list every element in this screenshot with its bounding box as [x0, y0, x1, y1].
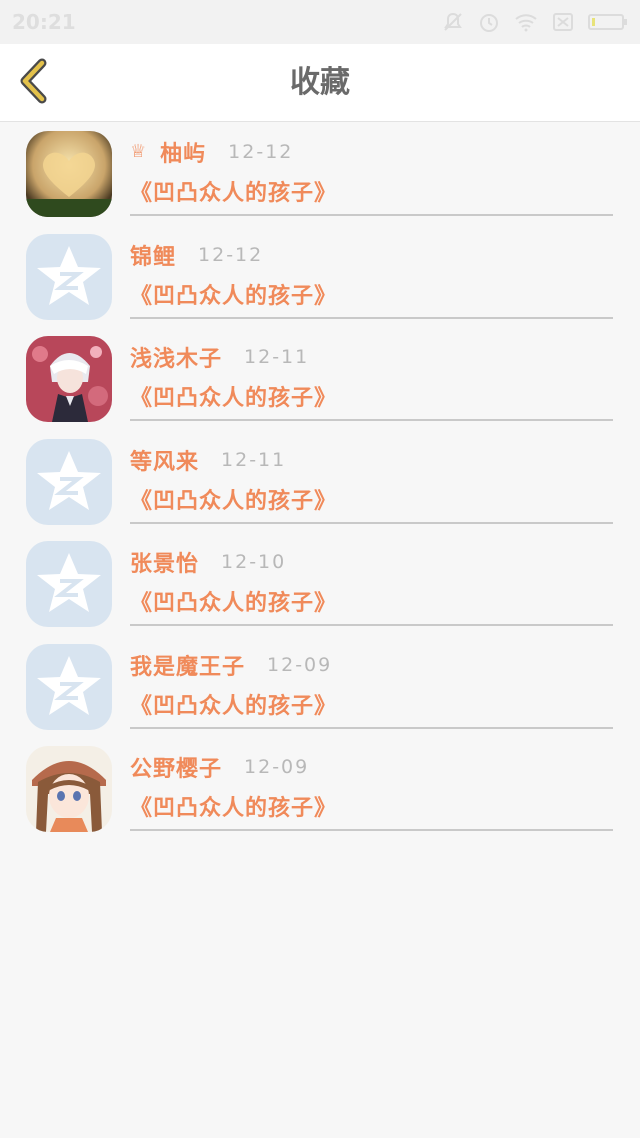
page-title: 收藏 — [290, 65, 350, 100]
item-head: 张景怡 12-10 — [130, 546, 286, 578]
user-name: 张景怡 — [130, 552, 200, 577]
back-button[interactable] — [14, 58, 54, 108]
qzone-default-avatar — [26, 643, 112, 730]
date: 12-12 — [198, 243, 264, 266]
date: 12-10 — [221, 551, 287, 573]
header: 收藏 — [0, 44, 640, 122]
item-body: 张景怡 12-10 《凹凸众人的孩子》 — [130, 532, 613, 626]
heart-photo-avatar — [26, 131, 112, 217]
sim-icon — [552, 12, 574, 32]
avatar[interactable] — [26, 131, 112, 217]
user-name: 柚屿 — [160, 142, 207, 167]
status-time: 20:21 — [12, 10, 76, 34]
item-head: 浅浅木子 12-11 — [130, 341, 309, 373]
avatar[interactable] — [26, 746, 112, 832]
user-name: 等风来 — [130, 449, 200, 475]
item-body: ♕ 柚屿 12-12 《凹凸众人的孩子》 — [130, 122, 613, 216]
qzone-default-avatar — [26, 233, 112, 320]
item-head: 我是魔王子 12-09 — [130, 649, 332, 681]
item-head: ♕ 柚屿 12-12 — [130, 136, 293, 168]
item-body: 我是魔王子 12-09 《凹凸众人的孩子》 — [130, 635, 613, 729]
book-title: 《凹凸众人的孩子》 — [130, 488, 338, 514]
user-name: 浅浅木子 — [130, 347, 223, 372]
anime-boy-avatar — [26, 336, 112, 422]
book-title: 《凹凸众人的孩子》 — [130, 796, 338, 821]
status-icons — [442, 10, 628, 34]
user-name: 公野樱子 — [130, 757, 223, 782]
date: 12-11 — [221, 448, 287, 471]
item-body: 锦鲤 12-12 《凹凸众人的孩子》 — [130, 225, 613, 319]
item-body: 等风来 12-11 《凹凸众人的孩子》 — [130, 430, 613, 524]
item-head: 等风来 12-11 — [130, 444, 286, 476]
avatar[interactable] — [26, 336, 112, 422]
item-body: 浅浅木子 12-11 《凹凸众人的孩子》 — [130, 327, 613, 421]
list-item[interactable]: ♕ 柚屿 12-12 《凹凸众人的孩子》 — [0, 122, 640, 225]
wifi-icon — [514, 12, 538, 32]
status-bar: 20:21 — [0, 0, 640, 44]
battery-icon — [588, 14, 628, 30]
book-title: 《凹凸众人的孩子》 — [130, 693, 338, 719]
book-title: 《凹凸众人的孩子》 — [130, 181, 338, 206]
book-title: 《凹凸众人的孩子》 — [130, 386, 338, 411]
user-name: 锦鲤 — [130, 244, 177, 270]
list-item[interactable]: 我是魔王子 12-09 《凹凸众人的孩子》 — [0, 635, 640, 738]
list-item[interactable]: 张景怡 12-10 《凹凸众人的孩子》 — [0, 532, 640, 635]
date: 12-09 — [244, 756, 310, 778]
qzone-default-avatar — [26, 541, 112, 627]
favorites-list: ♕ 柚屿 12-12 《凹凸众人的孩子》 锦鲤 12-12 《凹凸众人的孩子》 — [0, 122, 640, 840]
avatar[interactable] — [26, 233, 112, 320]
list-item[interactable]: 锦鲤 12-12 《凹凸众人的孩子》 — [0, 225, 640, 328]
alarm-icon — [478, 11, 500, 33]
avatar[interactable] — [26, 643, 112, 730]
item-head: 公野樱子 12-09 — [130, 751, 309, 783]
list-item[interactable]: 浅浅木子 12-11 《凹凸众人的孩子》 — [0, 327, 640, 430]
avatar[interactable] — [26, 541, 112, 627]
user-name: 我是魔王子 — [130, 654, 246, 680]
qzone-default-avatar — [26, 438, 112, 525]
mute-icon — [442, 11, 464, 33]
item-head: 锦鲤 12-12 — [130, 239, 263, 271]
crown-icon: ♕ — [130, 141, 147, 162]
anime-girl-avatar — [26, 746, 112, 832]
book-title: 《凹凸众人的孩子》 — [130, 283, 338, 309]
item-body: 公野樱子 12-09 《凹凸众人的孩子》 — [130, 737, 613, 831]
list-item[interactable]: 等风来 12-11 《凹凸众人的孩子》 — [0, 430, 640, 533]
list-item[interactable]: 公野樱子 12-09 《凹凸众人的孩子》 — [0, 737, 640, 840]
date: 12-12 — [228, 141, 294, 163]
date: 12-09 — [267, 653, 333, 676]
avatar[interactable] — [26, 438, 112, 525]
book-title: 《凹凸众人的孩子》 — [130, 591, 338, 616]
chevron-left-icon — [17, 56, 51, 110]
date: 12-11 — [244, 346, 310, 368]
